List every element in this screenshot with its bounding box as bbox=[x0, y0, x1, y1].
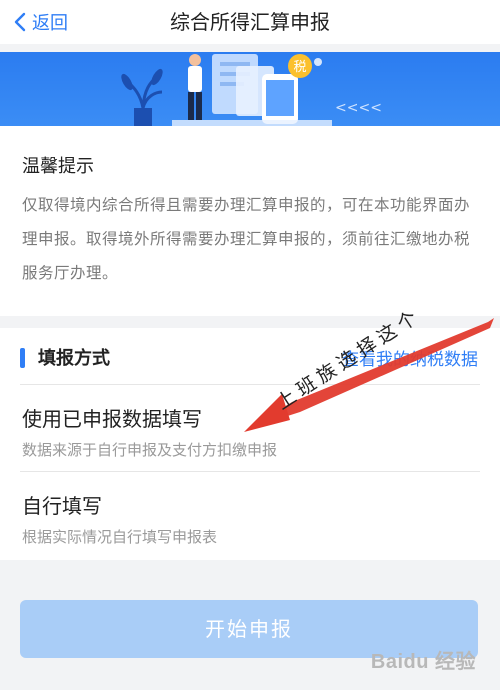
option-desc: 根据实际情况自行填写申报表 bbox=[22, 528, 218, 546]
section-marker bbox=[20, 348, 25, 368]
option-use-declared-data[interactable]: 使用已申报数据填写 数据来源于自行申报及支付方扣缴申报 bbox=[0, 385, 500, 471]
banner-arrows: <<<< bbox=[335, 100, 382, 116]
tips-panel: 温馨提示 仅取得境内综合所得且需要办理汇算申报的，可在本功能界面办理申报。取得境… bbox=[0, 126, 500, 316]
tips-title: 温馨提示 bbox=[22, 156, 94, 177]
section-header: 填报方式 查看我的纳税数据 bbox=[0, 328, 500, 384]
filing-method-card: 填报方式 查看我的纳税数据 使用已申报数据填写 数据来源于自行申报及支付方扣缴申… bbox=[0, 328, 500, 560]
option-self-fill[interactable]: 自行填写 根据实际情况自行填写申报表 bbox=[0, 472, 500, 558]
plant-icon bbox=[121, 68, 163, 126]
option-desc: 数据来源于自行申报及支付方扣缴申报 bbox=[22, 441, 278, 459]
tax-badge-icon: 税 bbox=[288, 54, 322, 78]
nav-bar: 返回 综合所得汇算申报 bbox=[0, 0, 500, 44]
watermark: Baidu 经验 bbox=[370, 651, 476, 673]
banner: 税 <<<< bbox=[0, 52, 500, 126]
tips-body: 仅取得境内综合所得且需要办理汇算申报的，可在本功能界面办理申报。取得境外所得需要… bbox=[22, 196, 471, 282]
option-title: 使用已申报数据填写 bbox=[22, 407, 202, 431]
page-title: 综合所得汇算申报 bbox=[170, 10, 330, 34]
person-icon bbox=[188, 54, 202, 120]
section-title: 填报方式 bbox=[38, 348, 110, 369]
option-title: 自行填写 bbox=[22, 494, 102, 518]
banner-illustration: 税 <<<< bbox=[121, 54, 382, 126]
phone-icon bbox=[262, 74, 298, 124]
tax-badge-text: 税 bbox=[293, 60, 306, 75]
